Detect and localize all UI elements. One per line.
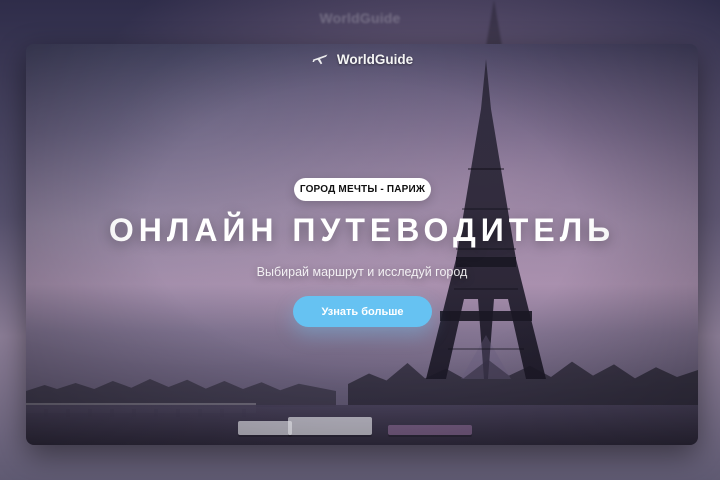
hero-card: WorldGuide ГОРОД МЕЧТЫ - ПАРИЖ ОНЛАЙН ПУ… — [26, 44, 698, 445]
boat — [238, 421, 292, 435]
hero-subtitle: Выбирай маршрут и исследуй город — [256, 265, 468, 279]
brand-name: WorldGuide — [336, 51, 414, 67]
boat — [388, 425, 472, 435]
learn-more-button[interactable]: Узнать больше — [293, 296, 432, 327]
boat — [288, 417, 372, 435]
hero-headline: ОНЛАЙН ПУТЕВОДИТЕЛЬ — [108, 212, 616, 248]
blurred-brand-text: WorldGuide — [319, 10, 401, 26]
city-pill-badge: ГОРОД МЕЧТЫ - ПАРИЖ — [294, 178, 431, 201]
site-logo[interactable]: WorldGuide — [26, 50, 698, 68]
airplane-icon — [311, 50, 329, 68]
